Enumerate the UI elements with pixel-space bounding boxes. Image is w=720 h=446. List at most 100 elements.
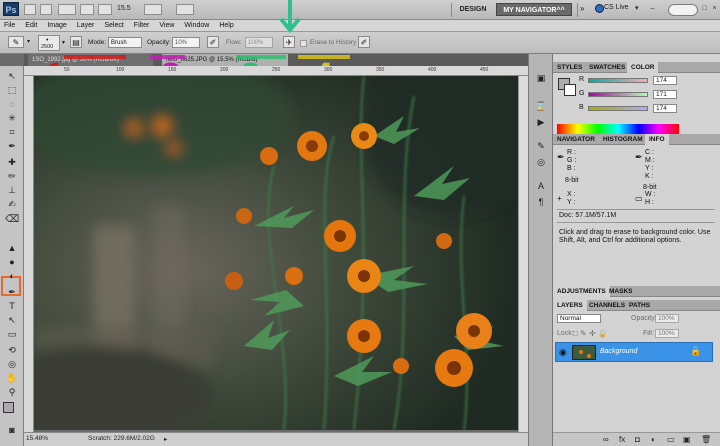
3d-orbit-tool-icon[interactable]: ◎	[5, 358, 19, 370]
lasso-tool-icon[interactable]: ◌	[5, 98, 19, 110]
type-tool-icon[interactable]: T	[5, 300, 19, 312]
help-search-input[interactable]	[668, 4, 698, 16]
foreground-color-swatch[interactable]	[3, 402, 14, 413]
tab-color[interactable]: COLOR	[627, 62, 659, 73]
tab-histogram[interactable]: HISTOGRAM	[599, 134, 647, 145]
view-extras-icon[interactable]	[58, 4, 76, 15]
tab-info[interactable]: INFO	[645, 134, 669, 145]
quick-select-tool-icon[interactable]: ✳	[5, 112, 19, 124]
menu-help[interactable]: Help	[219, 22, 233, 29]
fill-field[interactable]: 100%	[655, 329, 679, 338]
vertical-scrollbar[interactable]	[518, 76, 528, 432]
minimize-icon[interactable]: –	[648, 4, 657, 13]
brush-preset-picker[interactable]: • 2500	[38, 35, 60, 51]
menu-view[interactable]: View	[159, 22, 174, 29]
tab-masks[interactable]: MASKS	[605, 286, 636, 297]
eraser-tool-icon[interactable]: ⌫	[5, 214, 19, 226]
chevron-down-icon[interactable]: ▾	[27, 38, 30, 45]
blur-tool-icon[interactable]: ●	[5, 256, 19, 268]
minibridge-icon[interactable]	[40, 4, 52, 15]
eye-icon[interactable]: ◉	[559, 347, 567, 358]
green-value[interactable]: 171	[653, 90, 677, 99]
menu-edit[interactable]: Edit	[25, 22, 37, 29]
cs-live-icon[interactable]	[595, 4, 604, 13]
airbrush-icon[interactable]: ✈	[283, 36, 295, 48]
mode-dropdown[interactable]: Brush	[108, 37, 142, 48]
menu-filter[interactable]: Filter	[134, 22, 150, 29]
layer-row-background[interactable]: ◉ Background 🔒	[555, 342, 713, 362]
pen-tool-icon[interactable]: ✒	[5, 286, 19, 298]
new-layer-icon[interactable]: ▣	[683, 435, 691, 444]
brush-presets-icon[interactable]: ✎	[534, 140, 548, 152]
opacity-field[interactable]: 10%	[172, 37, 200, 48]
chevron-down-icon[interactable]: ▾	[635, 4, 639, 12]
blue-slider[interactable]	[588, 106, 648, 111]
menu-select[interactable]: Select	[104, 22, 123, 29]
pressure-size-icon[interactable]: ✐	[358, 36, 370, 48]
document-canvas[interactable]	[34, 76, 518, 430]
menu-image[interactable]: Image	[47, 22, 66, 29]
eyedropper-tool-icon[interactable]: ✒	[5, 140, 19, 152]
hand-tool-icon[interactable]: ✋	[5, 372, 19, 384]
link-layers-icon[interactable]: ∞	[603, 435, 609, 444]
quick-mask-icon[interactable]: ◙	[5, 424, 19, 436]
character-panel-icon[interactable]: A	[534, 180, 548, 192]
mini-bridge-icon[interactable]: ▣	[534, 72, 548, 84]
tab-adjustments[interactable]: ADJUSTMENTS	[553, 286, 610, 297]
zoom-tool-icon[interactable]	[98, 4, 112, 15]
add-mask-icon[interactable]: ◘	[635, 435, 640, 444]
layer-opacity-field[interactable]: 100%	[655, 314, 679, 323]
workspace-my-navigator-button[interactable]: MY NAVIGATOR^^	[496, 3, 572, 16]
screen-mode-icon[interactable]	[176, 4, 194, 15]
tab-swatches[interactable]: SWATCHES	[585, 62, 629, 73]
crop-tool-icon[interactable]: ⌗	[5, 126, 19, 138]
brush-tool-icon[interactable]: ✏	[5, 170, 19, 182]
bridge-icon[interactable]	[24, 4, 36, 15]
blue-value[interactable]: 174	[653, 104, 677, 113]
erase-to-history-checkbox[interactable]	[300, 40, 307, 47]
hand-tool-icon[interactable]	[80, 4, 94, 15]
workspace-design-button[interactable]: DESIGN	[455, 3, 491, 16]
menu-layer[interactable]: Layer	[77, 22, 95, 29]
green-slider[interactable]	[588, 92, 648, 97]
layer-style-icon[interactable]: fx	[619, 435, 625, 444]
red-value[interactable]: 174	[653, 76, 677, 85]
adjustment-layer-icon[interactable]: ◐	[651, 435, 656, 444]
marquee-tool-icon[interactable]: ⬚	[5, 84, 19, 96]
3d-rotate-tool-icon[interactable]: ⟲	[5, 344, 19, 356]
pressure-opacity-icon[interactable]: ✐	[207, 36, 219, 48]
eraser-preset-icon[interactable]: ✎	[8, 36, 24, 48]
trash-icon[interactable]: 🗑	[701, 435, 711, 444]
move-tool-icon[interactable]: ↖	[5, 70, 19, 82]
clone-source-icon[interactable]: ◎	[534, 156, 548, 168]
status-zoom[interactable]: 15.48%	[26, 435, 48, 442]
flow-field[interactable]: 100%	[245, 37, 273, 48]
paragraph-panel-icon[interactable]: ¶	[534, 196, 548, 208]
cs-live-button[interactable]: CS Live	[604, 4, 629, 11]
menu-window[interactable]: Window	[184, 22, 209, 29]
tab-paths[interactable]: PATHS	[625, 300, 654, 311]
chevron-right-icon[interactable]: ▸	[164, 435, 167, 443]
menu-file[interactable]: File	[4, 22, 15, 29]
background-color-swatch[interactable]	[564, 84, 576, 96]
lock-icons[interactable]: □ ✎ ✛ 🔒	[573, 329, 608, 338]
tab-layers[interactable]: LAYERS	[553, 300, 587, 311]
gradient-tool-icon[interactable]: ▲	[5, 242, 19, 254]
close-icon[interactable]: ×	[710, 4, 719, 13]
arrange-documents-icon[interactable]	[144, 4, 162, 15]
chevron-down-icon[interactable]: ▾	[62, 39, 65, 46]
new-group-icon[interactable]: ▭	[667, 435, 675, 444]
path-select-tool-icon[interactable]: ↖	[5, 314, 19, 326]
history-brush-tool-icon[interactable]: ✍	[5, 198, 19, 210]
actions-panel-icon[interactable]: ▶	[534, 116, 548, 128]
red-slider[interactable]	[588, 78, 648, 83]
healing-brush-tool-icon[interactable]: ✚	[5, 156, 19, 168]
chevron-right-icon[interactable]: »	[580, 4, 584, 13]
clone-stamp-tool-icon[interactable]: ⊥	[5, 184, 19, 196]
history-panel-icon[interactable]: ⌛	[534, 100, 548, 112]
zoom-tool-icon[interactable]: ⚲	[5, 386, 19, 398]
blend-mode-dropdown[interactable]: Normal	[557, 314, 601, 323]
shape-tool-icon[interactable]: ▭	[5, 328, 19, 340]
tab-channels[interactable]: CHANNELS	[585, 300, 629, 311]
zoom-dropdown[interactable]: 15.5	[117, 5, 131, 12]
